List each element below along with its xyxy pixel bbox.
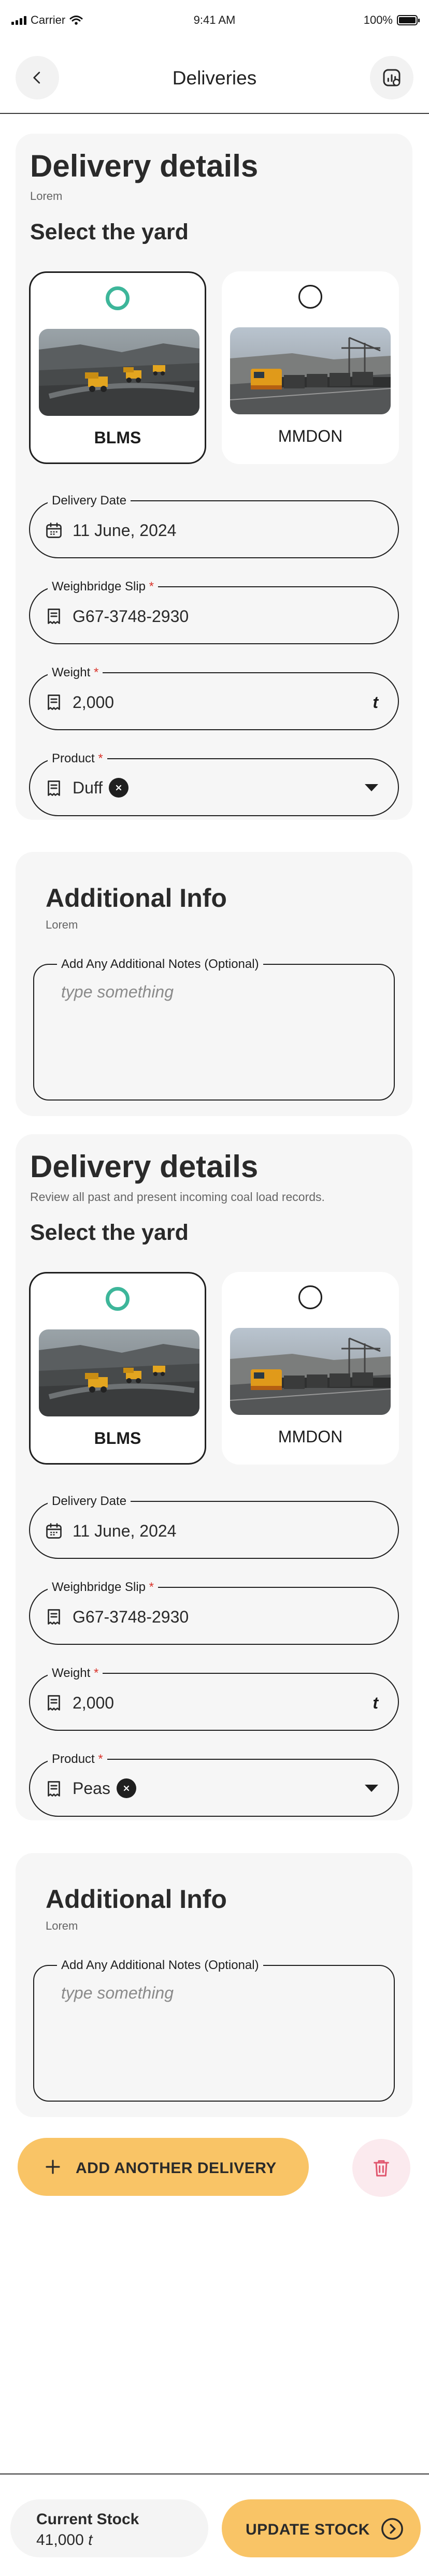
current-stock-label: Current Stock: [36, 2511, 139, 2528]
product-chip: Peas: [73, 1775, 136, 1801]
delivery-date-field[interactable]: Delivery Date 11 June, 2024: [29, 494, 399, 558]
battery-icon: [397, 15, 420, 25]
radio-selected[interactable]: [106, 286, 130, 310]
arrow-right-circle-icon: [381, 2518, 403, 2540]
weight-value: 2,000: [73, 693, 115, 712]
delivery-details-title: Delivery details: [30, 149, 259, 183]
delivery-date-value: 11 June, 2024: [73, 521, 177, 540]
weight-field[interactable]: Weight * 2,000 t: [29, 1666, 399, 1731]
additional-info-subtitle: Lorem: [46, 918, 78, 931]
chevron-down-icon: [365, 1785, 378, 1792]
notes-label: Add Any Additional Notes (Optional): [57, 957, 263, 972]
product-select[interactable]: Product * Duff: [29, 751, 399, 816]
weighbridge-slip-field[interactable]: Weighbridge Slip * G67-3748-2930: [29, 1580, 399, 1645]
close-icon: [116, 785, 122, 791]
field-label: Delivery Date: [48, 1494, 131, 1509]
field-label: Weight *: [48, 665, 103, 680]
report-button[interactable]: [370, 56, 413, 99]
update-stock-button[interactable]: UPDATE STOCK: [222, 2499, 421, 2557]
field-label: Product *: [48, 1752, 107, 1767]
plus-icon: [46, 2160, 60, 2174]
receipt-icon: [45, 1608, 63, 1626]
trash-icon: [374, 2160, 389, 2177]
notes-placeholder: type something: [61, 1984, 174, 2002]
field-label: Delivery Date: [48, 494, 131, 508]
receipt-icon: [45, 1694, 63, 1712]
page-title: Deliveries: [172, 67, 257, 89]
weight-field[interactable]: Weight * 2,000 t: [29, 665, 399, 730]
delivery-date-value: 11 June, 2024: [73, 1522, 177, 1540]
receipt-icon: [45, 607, 63, 626]
status-bar: Carrier 9:41 AM 100%: [0, 0, 429, 44]
delete-delivery-button[interactable]: [352, 2139, 410, 2197]
yard-option-mmdon[interactable]: MMDON: [222, 271, 399, 464]
additional-info-title: Additional Info: [46, 1885, 227, 1914]
yard-heading: Select the yard: [30, 220, 189, 244]
yard-name: MMDON: [278, 427, 343, 445]
remove-chip-button[interactable]: [116, 1778, 136, 1798]
chart-report-icon: [383, 69, 401, 86]
field-label: Weight *: [48, 1666, 103, 1681]
yard-option-blms[interactable]: BLMS: [29, 1272, 206, 1465]
additional-info-subtitle: Lorem: [46, 1919, 78, 1932]
receipt-icon: [45, 779, 63, 798]
status-right: 100%: [363, 13, 420, 27]
chevron-down-icon: [365, 784, 378, 791]
radio-unselected[interactable]: [298, 1285, 322, 1309]
additional-info-title: Additional Info: [46, 884, 227, 913]
yard-name: MMDON: [278, 1427, 343, 1446]
footer-divider: [0, 2473, 429, 2474]
notes-textarea[interactable]: Add Any Additional Notes (Optional) type…: [33, 1958, 395, 2102]
yard-name: BLMS: [94, 1429, 141, 1448]
coal-train-image: [230, 1328, 391, 1415]
weight-value: 2,000: [73, 1694, 115, 1712]
battery-percent: 100%: [363, 13, 393, 26]
delivery-details-subtitle: Lorem: [30, 190, 63, 202]
product-chip: Duff: [73, 775, 129, 801]
add-another-delivery-button[interactable]: ADD ANOTHER DELIVERY: [18, 2138, 309, 2196]
notes-label: Add Any Additional Notes (Optional): [57, 1958, 263, 1973]
yard-name: BLMS: [94, 428, 141, 447]
remove-chip-button[interactable]: [109, 778, 129, 798]
field-label: Weighbridge Slip *: [48, 580, 159, 594]
add-another-delivery-label: ADD ANOTHER DELIVERY: [76, 2160, 277, 2177]
receipt-icon: [45, 1779, 63, 1798]
product-chip-label: Duff: [73, 778, 103, 797]
header-divider: [0, 113, 429, 114]
receipt-icon: [45, 693, 63, 712]
mining-trucks-image: [39, 1329, 199, 1416]
delivery-details-card: Delivery details Lorem Select the yard B…: [16, 134, 412, 820]
weight-unit: t: [373, 693, 378, 712]
coal-train-image: [230, 327, 391, 414]
close-icon: [123, 1785, 130, 1791]
weighbridge-slip-value: G67-3748-2930: [73, 607, 189, 626]
weighbridge-slip-value: G67-3748-2930: [73, 1608, 189, 1626]
product-select[interactable]: Product * Peas: [29, 1752, 399, 1817]
radio-unselected[interactable]: [298, 285, 322, 309]
top-app-bar: Deliveries: [0, 56, 429, 103]
notes-placeholder: type something: [61, 982, 174, 1001]
additional-info-card: Additional Info Lorem Add Any Additional…: [16, 852, 412, 1116]
delivery-date-field[interactable]: Delivery Date 11 June, 2024: [29, 1494, 399, 1559]
mining-trucks-image: [39, 329, 199, 416]
delivery-details-title: Delivery details: [30, 1149, 259, 1184]
field-label: Weighbridge Slip *: [48, 1580, 159, 1595]
weight-unit: t: [373, 1694, 378, 1712]
additional-info-card: Additional Info Lorem Add Any Additional…: [16, 1853, 412, 2117]
calendar-icon: [45, 521, 63, 540]
radio-selected[interactable]: [106, 1287, 130, 1311]
field-label: Product *: [48, 751, 107, 766]
current-stock-value: 41,000 t: [36, 2531, 93, 2549]
yard-option-blms[interactable]: BLMS: [29, 271, 206, 464]
delivery-details-card: Delivery details Review all past and pre…: [16, 1134, 412, 1820]
product-chip-label: Peas: [73, 1778, 110, 1798]
current-stock-summary: Current Stock 41,000 t: [10, 2499, 208, 2557]
yard-option-mmdon[interactable]: MMDON: [222, 1272, 399, 1465]
notes-textarea[interactable]: Add Any Additional Notes (Optional) type…: [33, 957, 395, 1101]
delivery-details-subtitle: Review all past and present incoming coa…: [30, 1190, 325, 1204]
yard-heading: Select the yard: [30, 1220, 189, 1245]
weighbridge-slip-field[interactable]: Weighbridge Slip * G67-3748-2930: [29, 580, 399, 644]
update-stock-label: UPDATE STOCK: [246, 2521, 370, 2538]
calendar-icon: [45, 1522, 63, 1540]
